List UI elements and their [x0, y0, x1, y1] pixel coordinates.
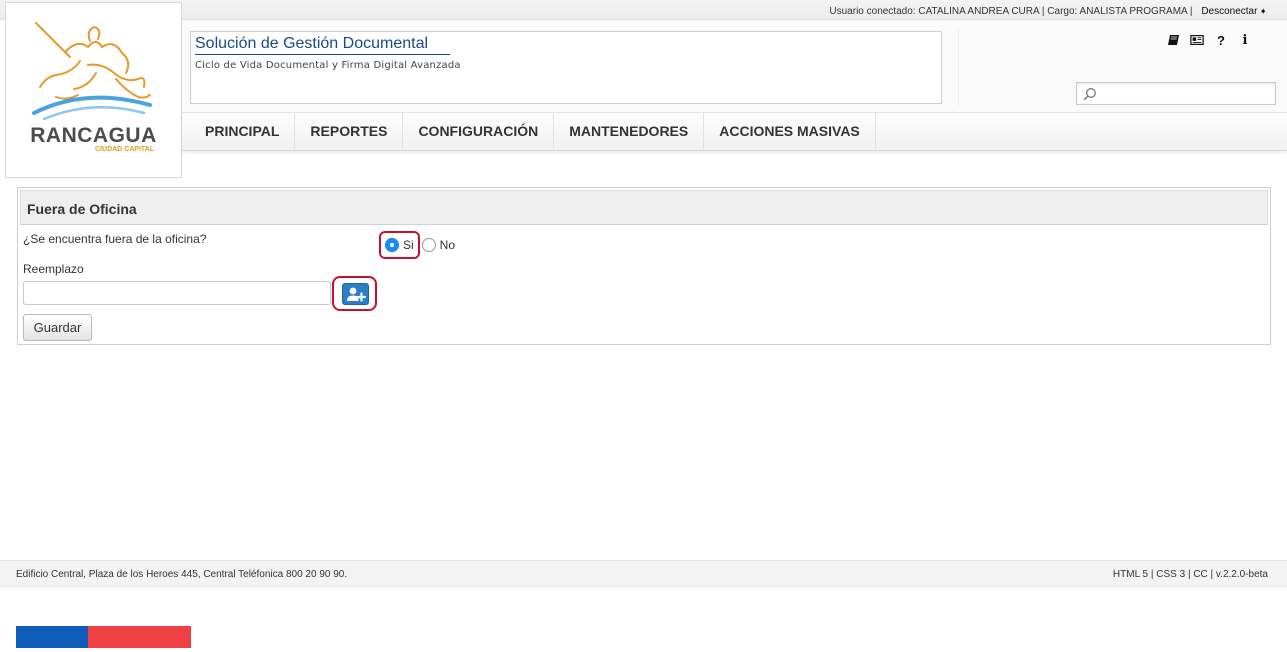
radio-yes-highlight[interactable]: Si	[379, 231, 420, 259]
footer-tech: HTML 5 | CSS 3 | CC | v.2.2.0-beta	[1112, 569, 1268, 580]
add-user-icon	[346, 287, 366, 302]
horseman-logo-icon	[32, 22, 152, 121]
footer: Edificio Central, Plaza de los Heroes 44…	[0, 560, 1287, 587]
app-title-box: Solución de Gestión Documental Ciclo de …	[190, 31, 942, 104]
logout-icon: ➧	[1259, 6, 1267, 16]
nav-item-principal[interactable]: PRINCIPAL	[190, 113, 296, 149]
panel-title: Fuera de Oficina	[27, 201, 137, 217]
nav-item-mantenedores[interactable]: MANTENEDORES	[554, 113, 705, 149]
out-of-office-radio-group: Si No	[379, 231, 455, 259]
header-divider	[958, 28, 959, 106]
radio-no[interactable]	[421, 238, 436, 252]
radio-no-label: No	[439, 238, 456, 252]
radio-yes[interactable]	[385, 238, 399, 252]
book-icon[interactable]	[1166, 33, 1180, 47]
radio-no-option[interactable]: No	[421, 238, 456, 252]
top-bar: Usuario conectado: CATALINA ANDREA CURA …	[0, 0, 1287, 20]
add-replacement-highlight	[332, 276, 377, 311]
municipality-logo[interactable]: RANCAGUA CIUDAD CAPITAL	[5, 2, 182, 178]
user-name: CATALINA ANDREA CURA	[918, 6, 1040, 17]
logo-name: RANCAGUA	[30, 124, 157, 147]
toolbar-icons: ? i	[1166, 33, 1252, 48]
user-role: ANALISTA PROGRAMA |	[1079, 6, 1193, 17]
nav-item-acciones-masivas[interactable]: ACCIONES MASIVAS	[704, 113, 876, 149]
replacement-input[interactable]	[23, 281, 331, 305]
nav-item-reportes[interactable]: REPORTES	[295, 113, 404, 149]
app-title: Solución de Gestión Documental	[195, 35, 451, 55]
add-user-button[interactable]	[342, 283, 369, 305]
out-of-office-question: ¿Se encuentra fuera de la oficina?	[23, 232, 207, 246]
logo-subtitle: CIUDAD CAPITAL	[95, 146, 154, 153]
save-button[interactable]: Guardar	[23, 314, 92, 341]
nav-item-configuracion[interactable]: CONFIGURACIÓN	[403, 113, 555, 149]
flag-blue-stripe	[16, 626, 88, 648]
user-info: Usuario conectado: CATALINA ANDREA CURA …	[829, 6, 1267, 17]
newspaper-icon[interactable]	[1190, 33, 1204, 47]
question-icon[interactable]: ?	[1214, 33, 1228, 48]
role-prefix: | Cargo:	[1041, 6, 1078, 17]
flag-red-stripe	[88, 626, 191, 648]
user-prefix: Usuario conectado:	[829, 6, 916, 17]
out-of-office-panel: Fuera de Oficina ¿Se encuentra fuera de …	[17, 187, 1271, 345]
logout-link[interactable]: Desconectar ➧	[1201, 6, 1267, 17]
main-nav: PRINCIPAL REPORTES CONFIGURACIÓN MANTENE…	[182, 113, 1287, 151]
government-flag-stripe	[16, 626, 191, 648]
search-icon	[1083, 88, 1096, 101]
radio-yes-label: Si	[403, 238, 414, 252]
footer-address: Edificio Central, Plaza de los Heroes 44…	[16, 569, 348, 580]
search-input[interactable]	[1076, 82, 1276, 105]
logout-label: Desconectar	[1201, 6, 1258, 17]
panel-header: Fuera de Oficina	[20, 190, 1268, 225]
info-icon[interactable]: i	[1238, 33, 1252, 48]
replacement-label: Reemplazo	[23, 262, 84, 276]
app-subtitle: Ciclo de Vida Documental y Firma Digital…	[195, 60, 461, 71]
